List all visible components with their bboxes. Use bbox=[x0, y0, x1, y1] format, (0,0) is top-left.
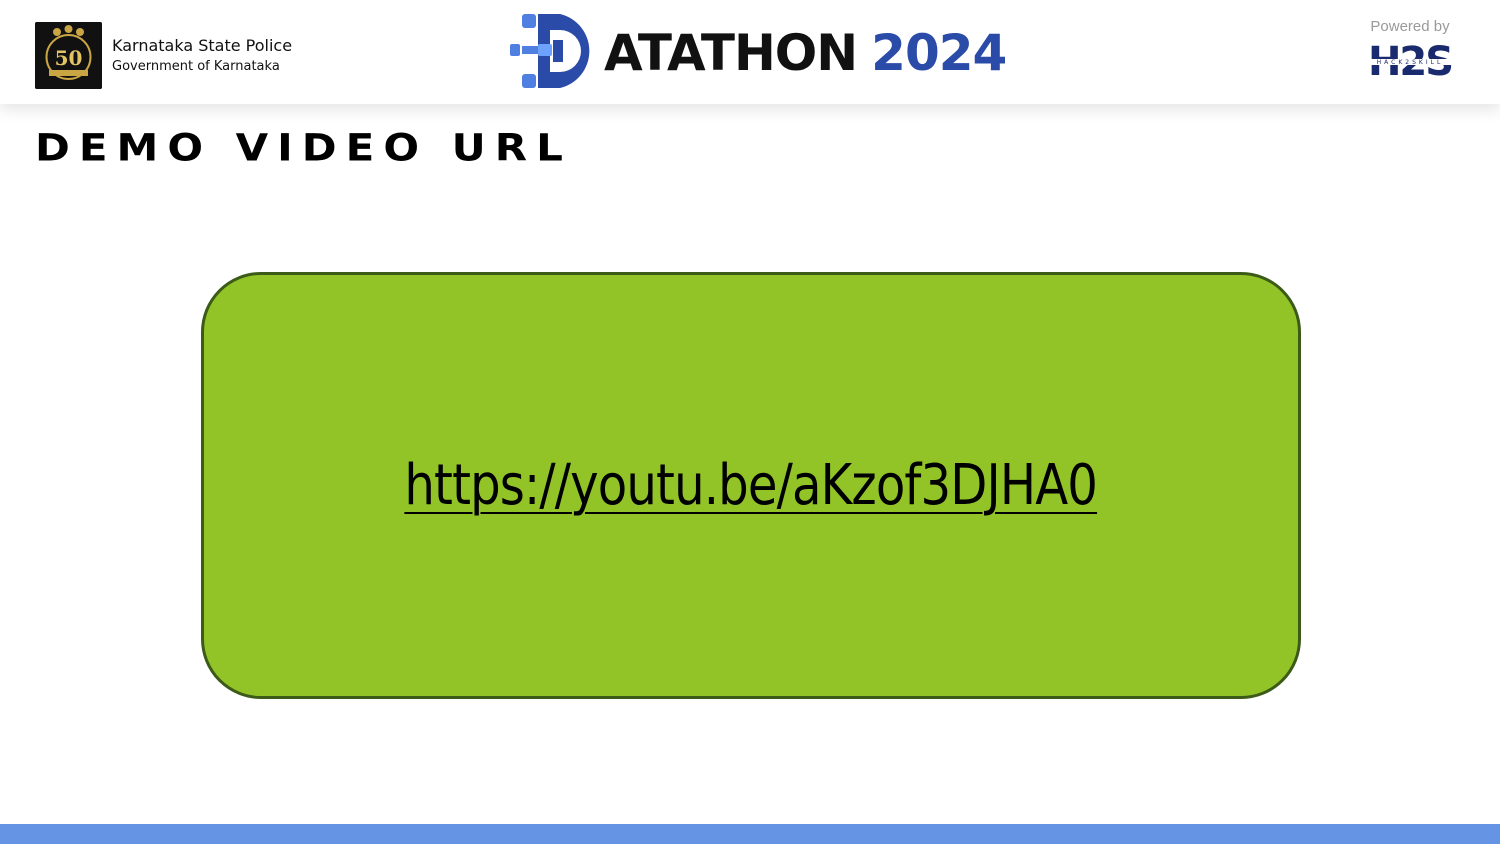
datathon-d-circuit-icon bbox=[510, 14, 590, 88]
demo-video-link[interactable]: https://youtu.be/aKzof3DJHA0 bbox=[405, 453, 1099, 518]
footer-accent-bar bbox=[0, 824, 1500, 844]
powered-by-block: Powered by H2S HACK2SKILL bbox=[1360, 18, 1460, 87]
ksp-text-block: Karnataka State Police Government of Kar… bbox=[112, 36, 292, 76]
org-subtitle: Government of Karnataka bbox=[112, 58, 280, 74]
h2s-logo-subtext: HACK2SKILL bbox=[1377, 59, 1444, 66]
ksp-emblem-graphic: 50 bbox=[35, 22, 102, 89]
ksp-50-years-emblem-icon: 50 bbox=[35, 22, 102, 89]
slide-header: 50 Karnataka State Police Government of … bbox=[0, 0, 1500, 104]
slide-heading: DEMO VIDEO URL bbox=[35, 126, 572, 170]
url-highlight-box: https://youtu.be/aKzof3DJHA0 bbox=[201, 272, 1301, 699]
powered-by-label: Powered by bbox=[1370, 18, 1450, 35]
datathon-logo: ATATHON 2024 bbox=[508, 10, 1007, 92]
org-title: Karnataka State Police bbox=[112, 35, 293, 55]
karnataka-police-branding: 50 Karnataka State Police Government of … bbox=[35, 22, 292, 89]
event-title-word: ATATHON bbox=[604, 24, 858, 82]
ksp-emblem-number: 50 bbox=[55, 46, 83, 70]
event-title-year: 2024 bbox=[871, 24, 1007, 82]
slide-page: 50 Karnataka State Police Government of … bbox=[0, 0, 1500, 844]
h2s-logo-icon: H2S HACK2SKILL bbox=[1363, 39, 1457, 85]
